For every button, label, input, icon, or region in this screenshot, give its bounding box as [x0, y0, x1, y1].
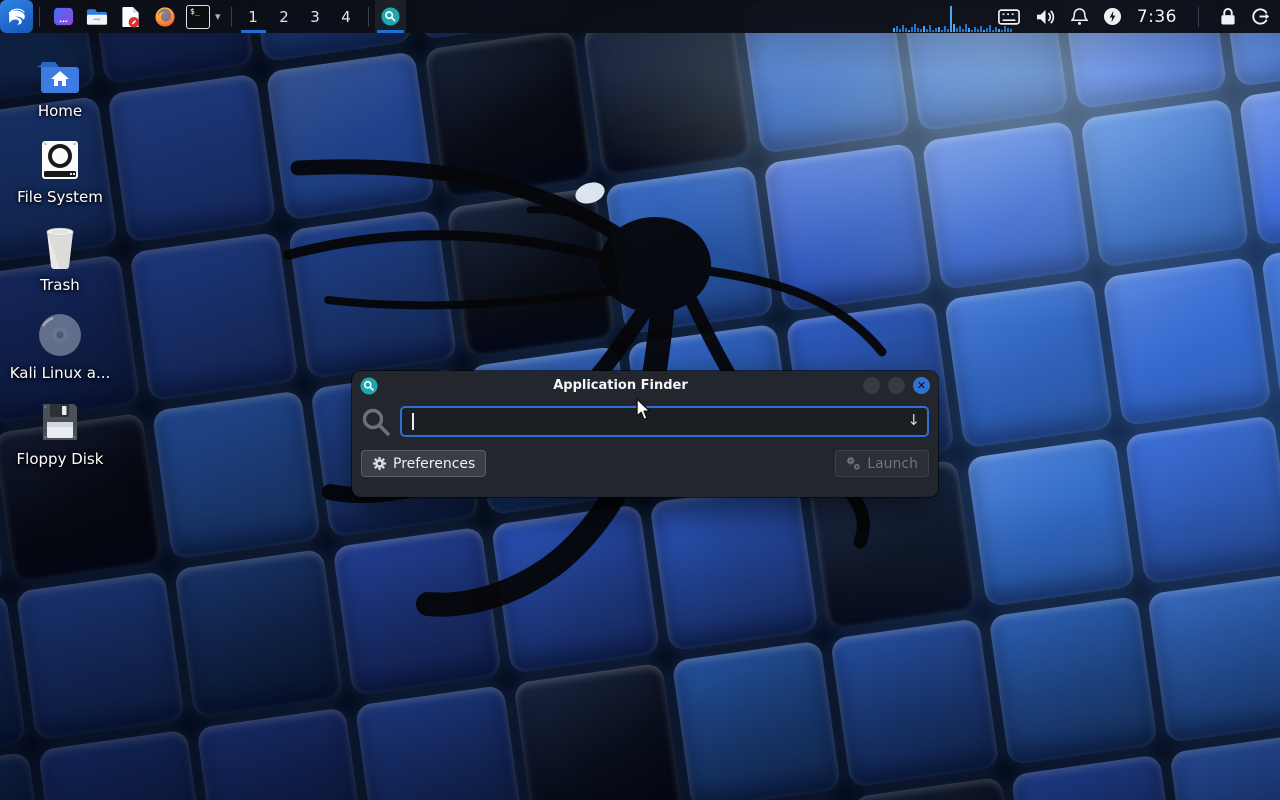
close-icon: ✕ — [917, 379, 926, 392]
desktop-icon-home[interactable]: Home — [12, 56, 108, 120]
maximize-button[interactable] — [888, 377, 905, 394]
launch-label: Launch — [867, 456, 918, 472]
volume-icon[interactable] — [1035, 8, 1056, 26]
panel-separator — [1198, 7, 1199, 27]
desktop-icon-list: Home File System Trash — [12, 56, 108, 468]
preferences-button[interactable]: Preferences — [361, 450, 486, 477]
desktop-icon-label: Floppy Disk — [17, 450, 104, 468]
window-app-icon — [360, 377, 378, 395]
top-panel: $_ ▾ 1 2 3 4 — [0, 0, 1280, 33]
home-folder-icon — [37, 56, 83, 96]
network-monitor-graph[interactable] — [893, 1, 1021, 32]
search-icon — [361, 407, 391, 437]
clock[interactable]: 7:36 — [1137, 7, 1177, 27]
file-manager-icon — [86, 7, 108, 27]
apps-icon — [53, 6, 74, 27]
applications-menu-button[interactable] — [0, 0, 33, 33]
kali-desktop: { "panel": { "workspaces": [ {"label": "… — [0, 0, 1280, 800]
panel-separator — [39, 7, 40, 27]
notifications-bell-icon[interactable] — [1071, 7, 1088, 26]
window-titlebar[interactable]: Application Finder ✕ — [352, 371, 938, 400]
chevron-down-icon[interactable]: ▾ — [215, 10, 221, 23]
power-manager-icon[interactable] — [1103, 7, 1122, 26]
launch-gears-icon — [846, 456, 861, 471]
firefox-icon — [154, 6, 176, 28]
cdrom-disc-icon — [37, 312, 83, 358]
trash-icon — [38, 224, 82, 270]
panel-separator — [231, 7, 232, 27]
file-manager-launcher[interactable] — [80, 0, 114, 33]
search-input[interactable] — [400, 406, 929, 437]
desktop-icon-label: Home — [38, 102, 82, 120]
desktop-icon-kali-cdrom[interactable]: Kali Linux a... — [12, 312, 108, 382]
text-caret — [412, 413, 414, 430]
system-tray: 7:36 — [998, 7, 1270, 27]
desktop-icon-trash[interactable]: Trash — [12, 224, 108, 294]
preferences-label: Preferences — [393, 456, 475, 472]
workspace-2-button[interactable]: 2 — [269, 0, 300, 33]
desktop-icon-label: File System — [17, 188, 103, 206]
application-finder-window: Application Finder ✕ ↓ — [352, 371, 938, 497]
hard-drive-icon — [38, 138, 82, 182]
terminal-icon: $_ — [186, 5, 210, 29]
close-button[interactable]: ✕ — [913, 377, 930, 394]
firefox-launcher[interactable] — [148, 0, 182, 33]
workspace-4-button[interactable]: 4 — [331, 0, 362, 33]
minimize-button[interactable] — [863, 377, 880, 394]
kali-logo-icon — [6, 6, 28, 28]
desktop-icon-label: Trash — [40, 276, 80, 294]
mouse-cursor — [636, 398, 653, 422]
finder-app-icon — [381, 7, 400, 26]
logout-icon[interactable] — [1251, 7, 1270, 26]
text-editor-icon — [121, 6, 141, 28]
desktop-icon-file-system[interactable]: File System — [12, 138, 108, 206]
floppy-disk-icon — [38, 400, 82, 444]
dropdown-arrow-icon[interactable]: ↓ — [907, 411, 920, 429]
workspace-3-button[interactable]: 3 — [300, 0, 331, 33]
text-editor-launcher[interactable] — [114, 0, 148, 33]
panel-separator — [368, 7, 369, 27]
terminal-launcher[interactable]: $_ ▾ — [182, 0, 225, 33]
desktop-icon-floppy-disk[interactable]: Floppy Disk — [12, 400, 108, 468]
desktop-icon-label: Kali Linux a... — [10, 364, 111, 382]
taskbar-application-finder[interactable] — [375, 0, 406, 33]
window-title: Application Finder — [378, 378, 863, 393]
launch-button[interactable]: Launch — [835, 450, 929, 477]
workspace-1-button[interactable]: 1 — [238, 0, 269, 33]
lock-icon[interactable] — [1220, 7, 1236, 26]
show-desktop-button[interactable] — [46, 0, 80, 33]
gear-icon — [372, 456, 387, 471]
